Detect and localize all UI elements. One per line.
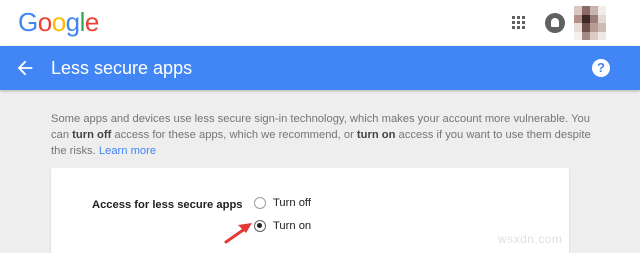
top-bar: Google	[0, 0, 640, 46]
logo-letter: e	[84, 7, 99, 37]
avatar-pixel	[582, 14, 590, 23]
logo-letter: o	[51, 7, 66, 37]
avatar-pixel	[590, 6, 598, 15]
notifications-bell-icon[interactable]	[545, 13, 565, 33]
setting-card: Access for less secure apps Turn off Tur…	[51, 168, 569, 253]
logo-letter: G	[18, 7, 38, 37]
avatar-pixel	[582, 31, 590, 40]
help-icon[interactable]: ?	[592, 59, 610, 77]
setting-label: Access for less secure apps	[92, 199, 243, 211]
red-arrow-annotation-icon	[224, 223, 252, 244]
radio-circle-checked[interactable]	[254, 220, 266, 232]
description-text: Some apps and devices use less secure si…	[51, 113, 591, 157]
page-title: Less secure apps	[51, 58, 193, 78]
avatar-pixel	[598, 14, 606, 23]
avatar-pixel	[590, 14, 598, 23]
logo-letter: g	[65, 7, 80, 37]
avatar-pixel	[598, 6, 606, 15]
avatar-pixel	[598, 31, 606, 40]
radio-turn-off[interactable]: Turn off	[254, 195, 311, 211]
avatar-pixel	[582, 23, 590, 32]
avatar-pixel	[590, 23, 598, 32]
avatar-pixel	[574, 6, 582, 15]
avatar-pixel	[590, 31, 598, 40]
radio-turn-on[interactable]: Turn on	[254, 218, 311, 234]
google-logo[interactable]: Google	[18, 7, 99, 37]
turn-on-emphasis: turn on	[356, 129, 396, 141]
avatar-pixel	[598, 23, 606, 32]
watermark: wsxdn.com	[498, 232, 563, 246]
avatar-pixel	[574, 31, 582, 40]
avatar[interactable]	[574, 6, 606, 40]
learn-more-link[interactable]: Learn more	[99, 145, 156, 157]
radio-circle[interactable]	[254, 197, 266, 209]
turn-off-emphasis: turn off	[72, 129, 112, 141]
avatar-pixel	[582, 6, 590, 15]
page-header: Less secure apps ?	[0, 46, 640, 90]
apps-grid-icon[interactable]	[512, 16, 526, 30]
logo-letter: o	[37, 7, 52, 37]
avatar-pixel	[574, 14, 582, 23]
arrow-back-icon[interactable]	[14, 57, 36, 79]
avatar-pixel	[574, 23, 582, 32]
